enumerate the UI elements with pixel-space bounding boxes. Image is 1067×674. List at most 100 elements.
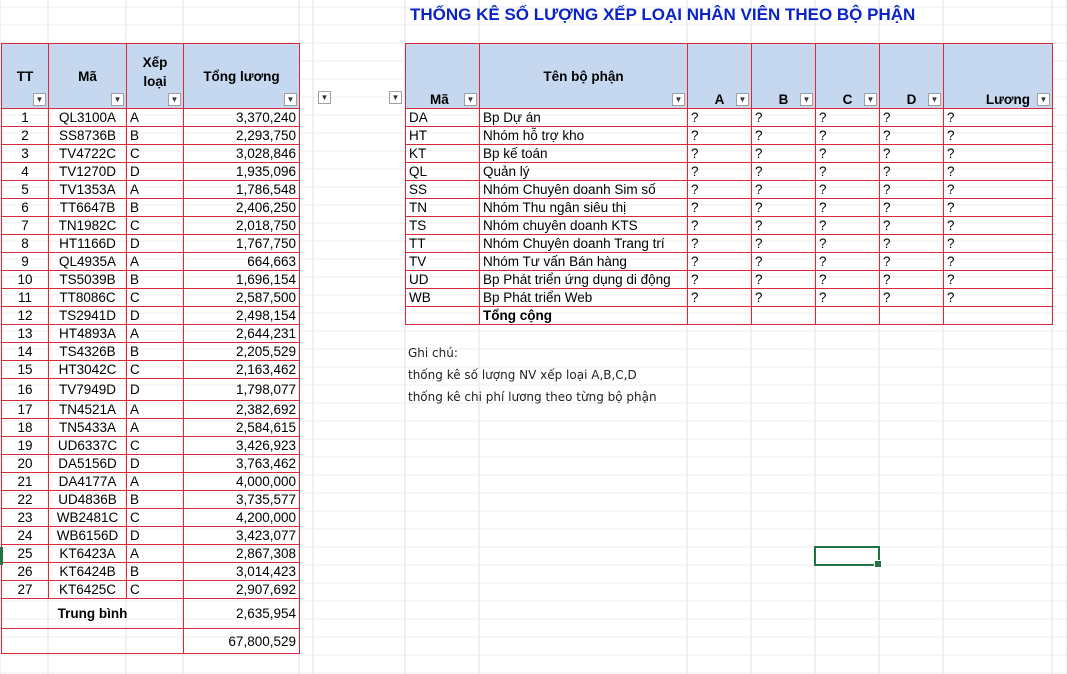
cell-ma[interactable]: KT6424B (48, 562, 127, 581)
filter-dropdown-icon[interactable]: ▼ (284, 93, 297, 106)
cell-tt[interactable]: 13 (1, 324, 49, 343)
cell-ma-bo-phan[interactable]: KT (405, 144, 480, 163)
cell-a[interactable]: ? (687, 144, 752, 163)
cell-ma[interactable]: TT6647B (48, 198, 127, 217)
header-xep-loai[interactable]: Xếp loại ▼ (126, 43, 184, 109)
cell-tong-luong[interactable]: 3,423,077 (183, 526, 300, 545)
cell-tong-luong[interactable]: 1,786,548 (183, 180, 300, 199)
cell-ma[interactable]: TS5039B (48, 270, 127, 289)
cell-ten-bo-phan[interactable]: Bp Phát triển Web (479, 288, 688, 307)
filter-dropdown-icon[interactable]: ▼ (111, 93, 124, 106)
filter-dropdown-icon[interactable]: ▼ (1037, 93, 1050, 106)
cell-c[interactable]: ? (815, 252, 880, 271)
cell-ma[interactable]: DA4177A (48, 472, 127, 491)
cell-c[interactable]: ? (815, 162, 880, 181)
cell-c[interactable]: ? (815, 234, 880, 253)
cell-xep-loai[interactable]: C (126, 508, 184, 527)
cell-ma[interactable]: QL3100A (48, 108, 127, 127)
cell-a[interactable]: ? (687, 180, 752, 199)
header-a[interactable]: A ▼ (687, 43, 752, 109)
cell-xep-loai[interactable]: C (126, 436, 184, 455)
cell-ma[interactable]: TT8086C (48, 288, 127, 307)
cell-ma[interactable]: WB2481C (48, 508, 127, 527)
cell-a[interactable]: ? (687, 162, 752, 181)
cell-tong-luong[interactable]: 2,498,154 (183, 306, 300, 325)
cell-luong[interactable]: ? (943, 216, 1053, 235)
cell-xep-loai[interactable]: C (126, 288, 184, 307)
cell-ten-bo-phan[interactable]: Bp Dự án (479, 108, 688, 127)
cell-ma[interactable]: HT4893A (48, 324, 127, 343)
cell-xep-loai[interactable]: A (126, 400, 184, 419)
cell-ma-bo-phan[interactable]: TV (405, 252, 480, 271)
cell-ten-bo-phan[interactable]: Nhóm Tư vấn Bán hàng (479, 252, 688, 271)
cell-c[interactable]: ? (815, 108, 880, 127)
header-b[interactable]: B ▼ (751, 43, 816, 109)
cell-ma[interactable]: HT1166D (48, 234, 127, 253)
cell-tt[interactable]: 10 (1, 270, 49, 289)
cell-d[interactable]: ? (879, 144, 944, 163)
header-c[interactable]: C ▼ (815, 43, 880, 109)
header-ma[interactable]: Mã ▼ (48, 43, 127, 109)
cell-c[interactable]: ? (815, 126, 880, 145)
header-ma-bo-phan[interactable]: Mã ▼ (405, 43, 480, 109)
cell-a[interactable]: ? (687, 126, 752, 145)
cell-d[interactable]: ? (879, 270, 944, 289)
cell-xep-loai[interactable]: D (126, 162, 184, 181)
cell-xep-loai[interactable]: D (126, 526, 184, 545)
cell-tt[interactable]: 15 (1, 360, 49, 379)
selected-cell[interactable] (814, 546, 882, 568)
cell-luong[interactable]: ? (943, 270, 1053, 289)
cell-b[interactable]: ? (751, 180, 816, 199)
cell-ma[interactable]: SS8736B (48, 126, 127, 145)
cell-tong-luong[interactable]: 3,370,240 (183, 108, 300, 127)
total-cell[interactable] (751, 306, 816, 325)
cell-tt[interactable]: 17 (1, 400, 49, 419)
cell-a[interactable]: ? (687, 288, 752, 307)
cell-ten-bo-phan[interactable]: Bp kế toán (479, 144, 688, 163)
cell-d[interactable]: ? (879, 288, 944, 307)
average-label[interactable]: Trung bình (1, 598, 184, 629)
cell-ma-bo-phan[interactable]: TT (405, 234, 480, 253)
cell-tong-luong[interactable]: 3,426,923 (183, 436, 300, 455)
cell-tt[interactable]: 4 (1, 162, 49, 181)
average-value[interactable]: 2,635,954 (183, 598, 300, 629)
cell-b[interactable]: ? (751, 198, 816, 217)
cell-xep-loai[interactable]: A (126, 418, 184, 437)
cell-ma[interactable]: TN1982C (48, 216, 127, 235)
cell-ma-bo-phan[interactable]: WB (405, 288, 480, 307)
cell-tong-luong[interactable]: 2,205,529 (183, 342, 300, 361)
cell-ma[interactable]: HT3042C (48, 360, 127, 379)
header-tong-luong[interactable]: Tổng lương ▼ (183, 43, 300, 109)
cell-d[interactable]: ? (879, 162, 944, 181)
total-cell[interactable] (687, 306, 752, 325)
cell-b[interactable]: ? (751, 108, 816, 127)
filter-dropdown-icon[interactable]: ▼ (928, 93, 941, 106)
cell-ma[interactable]: KT6425C (48, 580, 127, 599)
cell-ma-bo-phan[interactable]: TS (405, 216, 480, 235)
cell-d[interactable]: ? (879, 108, 944, 127)
total-cell[interactable] (815, 306, 880, 325)
cell-ten-bo-phan[interactable]: Nhóm Chuyên doanh Sim số (479, 180, 688, 199)
cell-c[interactable]: ? (815, 216, 880, 235)
cell-ma[interactable]: TV7949D (48, 378, 127, 401)
filter-dropdown-icon[interactable]: ▼ (864, 93, 877, 106)
cell-c[interactable]: ? (815, 288, 880, 307)
cell-b[interactable]: ? (751, 234, 816, 253)
total-label[interactable]: Tổng cộng (479, 306, 688, 325)
header-luong[interactable]: Lương ▼ (943, 43, 1053, 109)
cell-a[interactable]: ? (687, 270, 752, 289)
cell-tong-luong[interactable]: 3,763,462 (183, 454, 300, 473)
cell-tong-luong[interactable]: 2,293,750 (183, 126, 300, 145)
cell-a[interactable]: ? (687, 108, 752, 127)
cell-luong[interactable]: ? (943, 288, 1053, 307)
cell-tt[interactable]: 18 (1, 418, 49, 437)
cell-c[interactable]: ? (815, 180, 880, 199)
cell-d[interactable]: ? (879, 198, 944, 217)
filter-dropdown-icon[interactable]: ▼ (672, 93, 685, 106)
cell-c[interactable]: ? (815, 270, 880, 289)
cell-tt[interactable]: 24 (1, 526, 49, 545)
header-d[interactable]: D ▼ (879, 43, 944, 109)
cell-xep-loai[interactable]: B (126, 342, 184, 361)
cell-xep-loai[interactable]: B (126, 198, 184, 217)
filter-dropdown-icon[interactable]: ▼ (736, 93, 749, 106)
